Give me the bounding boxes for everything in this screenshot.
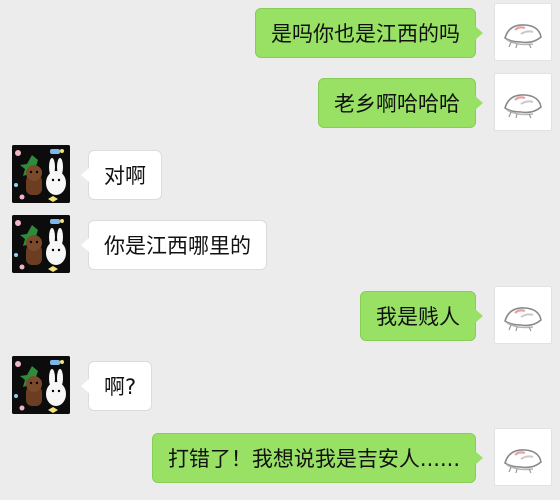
sent-message-bubble[interactable]: 老乡啊哈哈哈 (318, 78, 483, 128)
my-avatar[interactable] (494, 428, 552, 486)
friend-avatar[interactable] (12, 145, 70, 203)
sent-message-bubble[interactable]: 打错了！我想说我是吉安人...... (151, 433, 484, 483)
bear-sticker-icon (12, 356, 70, 414)
my-avatar[interactable] (494, 286, 552, 344)
message-row: 我是贱人 (0, 286, 560, 346)
friend-avatar[interactable] (12, 215, 70, 273)
received-message-bubble[interactable]: 你是江西哪里的 (81, 220, 267, 270)
chat-window: 是吗你也是江西的吗 老乡啊哈哈哈 对啊 你是江西哪里的 我是贱人 啊? 打错了！… (0, 0, 560, 500)
cartoon-sketch-icon (495, 74, 551, 130)
message-row: 老乡啊哈哈哈 (0, 73, 560, 133)
bear-sticker-icon (12, 145, 70, 203)
my-avatar[interactable] (494, 3, 552, 61)
sent-message-bubble[interactable]: 我是贱人 (360, 291, 483, 341)
message-row: 打错了！我想说我是吉安人...... (0, 428, 560, 488)
bear-sticker-icon (12, 215, 70, 273)
received-message-bubble[interactable]: 对啊 (81, 150, 162, 200)
cartoon-sketch-icon (495, 287, 551, 343)
message-row: 对啊 (0, 145, 560, 205)
cartoon-sketch-icon (495, 429, 551, 485)
received-message-bubble[interactable]: 啊? (80, 361, 153, 411)
message-row: 你是江西哪里的 (0, 215, 560, 275)
sent-message-bubble[interactable]: 是吗你也是江西的吗 (255, 8, 483, 58)
my-avatar[interactable] (494, 73, 552, 131)
message-row: 是吗你也是江西的吗 (0, 3, 560, 63)
cartoon-sketch-icon (495, 4, 551, 60)
friend-avatar[interactable] (12, 356, 70, 414)
message-row: 啊? (0, 356, 560, 416)
